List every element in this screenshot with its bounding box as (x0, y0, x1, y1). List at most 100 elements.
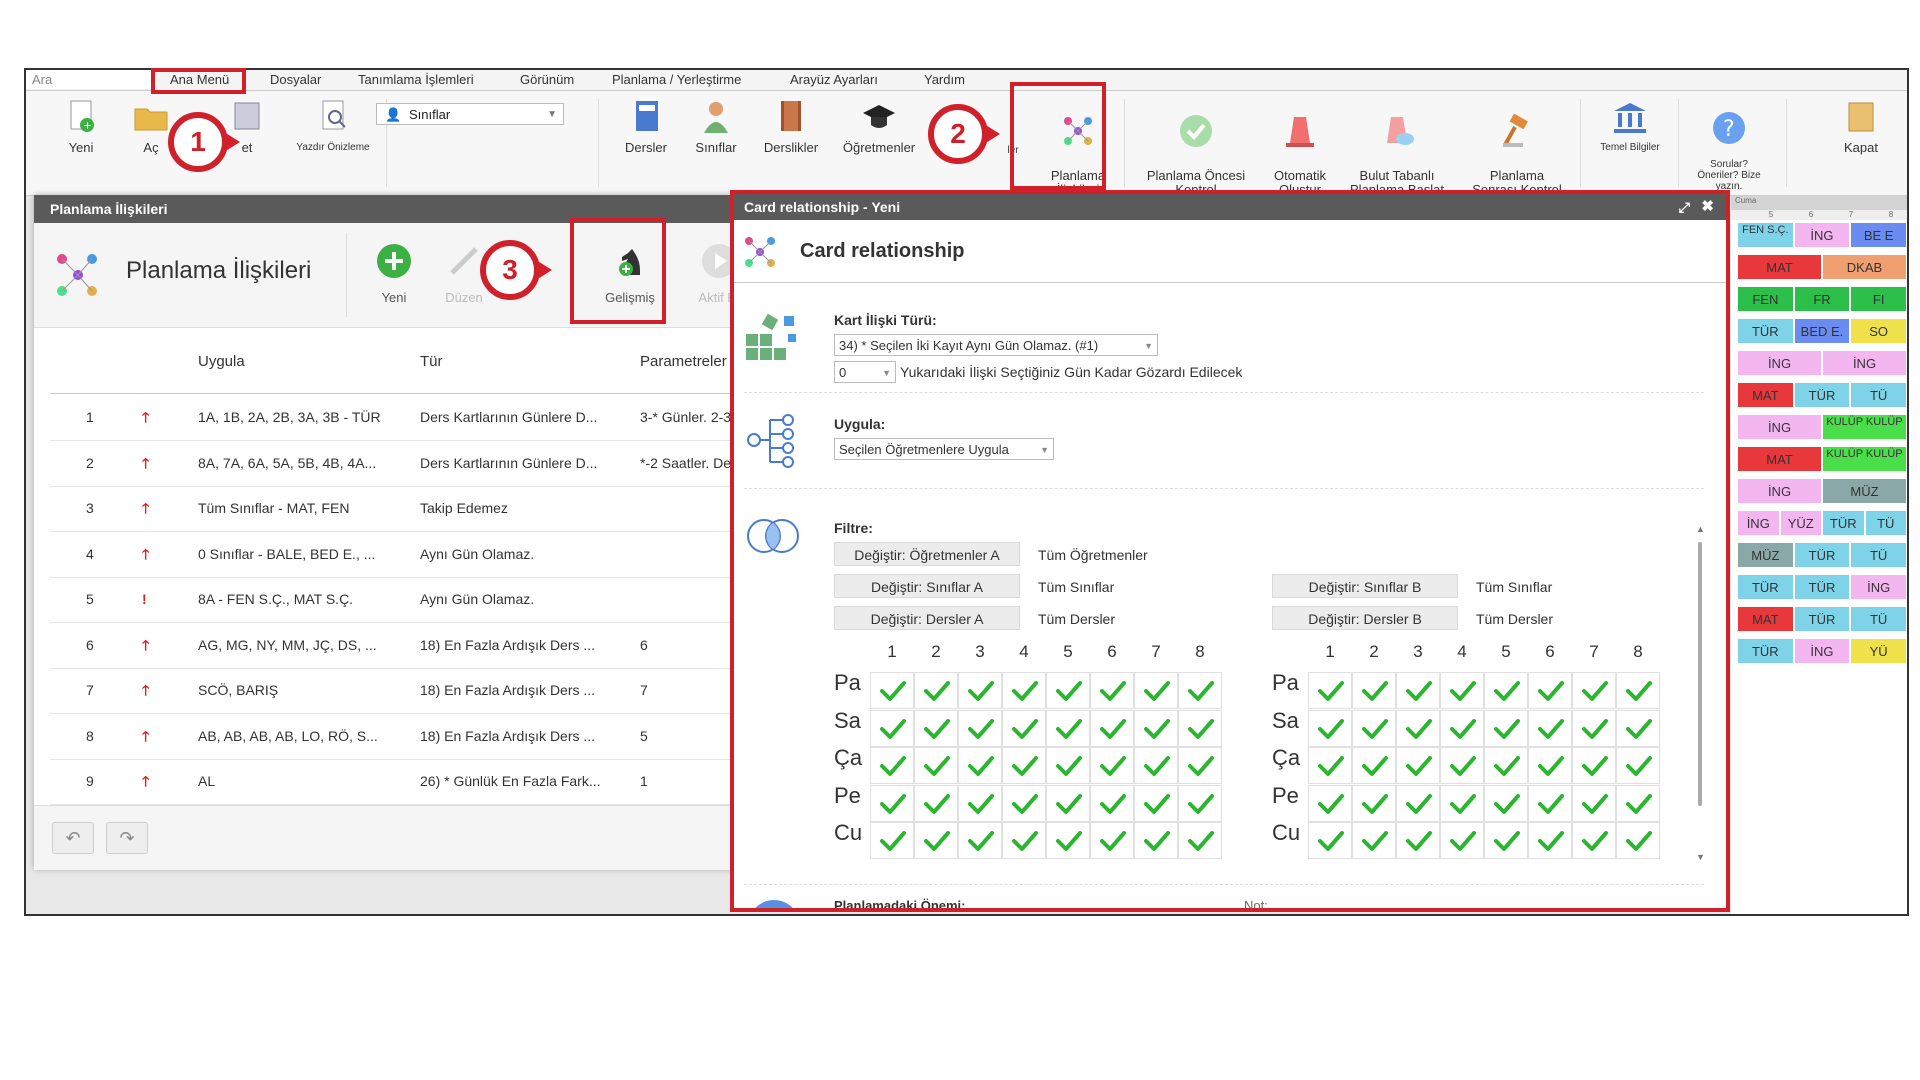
period-header[interactable]: 7 (1572, 642, 1616, 662)
timetable-lesson-card[interactable]: BED E. (1793, 318, 1851, 344)
grid-a-slot-cell[interactable] (958, 784, 1002, 822)
period-header[interactable]: 7 (1134, 642, 1178, 662)
grid-b-slot-cell[interactable] (1528, 672, 1572, 709)
grid-a-slot-cell[interactable] (1178, 709, 1222, 747)
timetable-lesson-card[interactable]: TÜR (1822, 510, 1865, 536)
period-header[interactable]: 1 (870, 642, 914, 662)
ribbon-yeni-button[interactable]: + Yeni (56, 99, 106, 155)
grid-a-slot-cell[interactable] (1178, 822, 1222, 859)
period-header[interactable]: 4 (1440, 642, 1484, 662)
grid-a-slot-cell[interactable] (1090, 672, 1134, 709)
timetable-lesson-card[interactable]: TÜ (1850, 606, 1907, 632)
ribbon-sorular-button[interactable]: ? Sorular? Öneriler? Bize yazın. (1684, 99, 1774, 192)
grid-a-slot-cell[interactable] (1002, 822, 1046, 859)
ribbon-temel-button[interactable]: Temel Bilgiler (1590, 99, 1670, 155)
timetable-lesson-card[interactable]: TÜ (1850, 382, 1907, 408)
ribbon-yazdir-button[interactable]: Yazdır Önizleme (288, 99, 378, 155)
ribbon-siniflar-button[interactable]: Sınıflar (686, 99, 746, 155)
grid-a-slot-cell[interactable] (914, 709, 958, 747)
grid-b-slot-cell[interactable] (1616, 672, 1660, 709)
timetable-lesson-card[interactable]: FR (1793, 286, 1851, 312)
change-courses-b-button[interactable]: Değiştir: Dersler B (1272, 606, 1458, 630)
grid-b-slot-cell[interactable] (1528, 747, 1572, 784)
column-tur[interactable]: Tür (420, 353, 443, 370)
column-parametreler[interactable]: Parametreler (640, 353, 727, 370)
timetable-lesson-card[interactable]: FEN S.Ç. (1737, 222, 1794, 248)
scrollbar-thumb[interactable] (1698, 542, 1702, 806)
grid-a-slot-cell[interactable] (1178, 672, 1222, 709)
grid-b-slot-cell[interactable] (1484, 784, 1528, 822)
grid-b-slot-cell[interactable] (1572, 672, 1616, 709)
grid-a-slot-cell[interactable] (958, 709, 1002, 747)
period-header[interactable]: 8 (1178, 642, 1222, 662)
grid-b-slot-cell[interactable] (1484, 709, 1528, 747)
timetable-lesson-card[interactable]: TÜR (1737, 574, 1794, 600)
period-header[interactable]: 4 (1002, 642, 1046, 662)
dialog-scrollbar[interactable]: ▲ ▼ (1695, 524, 1705, 864)
table-row[interactable]: 1 🡑 1A, 1B, 2A, 2B, 3A, 3B - TÜR Ders Kartl… (50, 395, 754, 441)
period-header[interactable]: 2 (914, 642, 958, 662)
grid-b-slot-cell[interactable] (1440, 822, 1484, 859)
redo-button[interactable]: ↷ (106, 822, 148, 854)
grid-b-slot-cell[interactable] (1396, 672, 1440, 709)
ribbon-planlama-oncesi-button[interactable]: Planlama Öncesi Kontrol (1136, 99, 1256, 197)
timetable-lesson-card[interactable]: MAT (1737, 254, 1822, 280)
grid-a-slot-cell[interactable] (870, 784, 914, 822)
grid-b-slot-cell[interactable] (1528, 822, 1572, 859)
grid-a-slot-cell[interactable] (870, 747, 914, 784)
grid-b-slot-cell[interactable] (1440, 784, 1484, 822)
change-classes-b-button[interactable]: Değiştir: Sınıflar B (1272, 574, 1458, 598)
grid-a-slot-cell[interactable] (1002, 709, 1046, 747)
grid-b-slot-cell[interactable] (1484, 747, 1528, 784)
day-header[interactable]: Sa (1272, 708, 1299, 734)
timetable-lesson-card[interactable]: MAT (1737, 446, 1822, 472)
ribbon-sonrasi-button[interactable]: Planlama Sonrası Kontrol (1462, 99, 1572, 197)
search-input[interactable]: Ara (26, 70, 152, 89)
timetable-lesson-card[interactable]: YÜ (1850, 638, 1907, 664)
period-header[interactable]: 1 (1308, 642, 1352, 662)
timetable-lesson-card[interactable]: TÜR (1793, 606, 1851, 632)
grid-b-slot-cell[interactable] (1308, 747, 1352, 784)
timetable-lesson-card[interactable]: İNG (1850, 574, 1907, 600)
grid-b-slot-cell[interactable] (1528, 784, 1572, 822)
grid-b-slot-cell[interactable] (1616, 784, 1660, 822)
table-row[interactable]: 4 🡑 0 Sınıflar - BALE, BED E., ... Aynı Gün… (50, 532, 754, 578)
menu-arayuz[interactable]: Arayüz Ayarları (790, 70, 878, 90)
grid-b-slot-cell[interactable] (1396, 822, 1440, 859)
grid-b-slot-cell[interactable] (1396, 747, 1440, 784)
timetable-lesson-card[interactable]: İNG (1737, 510, 1780, 536)
period-header[interactable]: 3 (1396, 642, 1440, 662)
column-uygula[interactable]: Uygula (198, 353, 245, 370)
grid-b-slot-cell[interactable] (1396, 709, 1440, 747)
grid-a-slot-cell[interactable] (870, 672, 914, 709)
uygula-select[interactable]: Seçilen Öğretmenlere Uygula ▼ (834, 438, 1054, 460)
timetable-lesson-card[interactable]: TÜR (1737, 318, 1794, 344)
maximize-icon[interactable]: ⤢ (1679, 194, 1690, 220)
grid-a-slot-cell[interactable] (870, 822, 914, 859)
period-header[interactable]: 6 (1090, 642, 1134, 662)
period-header[interactable]: 2 (1352, 642, 1396, 662)
grid-a-slot-cell[interactable] (1046, 709, 1090, 747)
grid-b-slot-cell[interactable] (1352, 709, 1396, 747)
period-header[interactable]: 3 (958, 642, 1002, 662)
timetable-lesson-card[interactable]: BE E (1850, 222, 1907, 248)
grid-a-slot-cell[interactable] (1002, 672, 1046, 709)
grid-a-slot-cell[interactable] (1178, 784, 1222, 822)
grid-a-slot-cell[interactable] (870, 709, 914, 747)
table-row[interactable]: 8 🡑 AB, AB, AB, AB, LO, RÖ, S... 18) En Faz… (50, 714, 754, 760)
grid-a-slot-cell[interactable] (1046, 822, 1090, 859)
menu-planlama[interactable]: Planlama / Yerleştirme (612, 70, 741, 90)
timetable-lesson-card[interactable]: İNG (1793, 638, 1851, 664)
timetable-lesson-card[interactable]: TÜR (1793, 542, 1851, 568)
panel-yeni-button[interactable]: Yeni (364, 243, 424, 305)
timetable-lesson-card[interactable]: FI (1850, 286, 1907, 312)
grid-a-slot-cell[interactable] (958, 747, 1002, 784)
grid-b-slot-cell[interactable] (1440, 709, 1484, 747)
ribbon-kapat-button[interactable]: Kapat (1836, 99, 1886, 155)
grid-b-slot-cell[interactable] (1352, 672, 1396, 709)
day-header[interactable]: Pe (834, 783, 861, 809)
grid-a-slot-cell[interactable] (1046, 747, 1090, 784)
menu-tanimlama[interactable]: Tanımlama İşlemleri (358, 70, 474, 90)
ribbon-ogretmenler-button[interactable]: Öğretmenler (834, 99, 924, 155)
grid-b-slot-cell[interactable] (1528, 709, 1572, 747)
